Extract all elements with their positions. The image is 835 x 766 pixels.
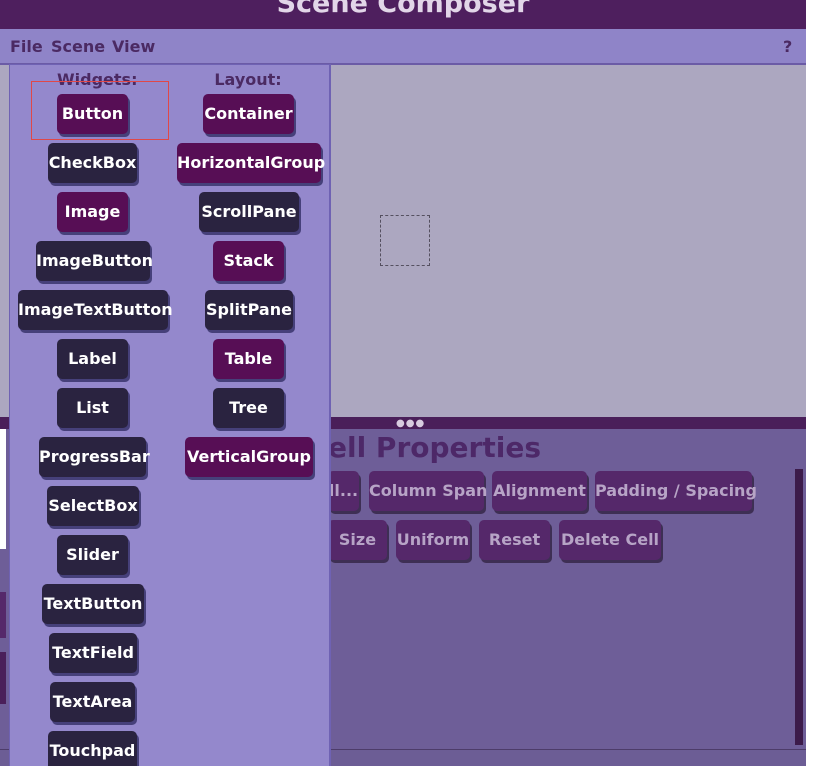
layout-stack[interactable]: Stack	[213, 241, 284, 281]
layout-splitpane[interactable]: SplitPane	[205, 290, 293, 330]
delete-cell-button[interactable]: Delete Cell	[559, 520, 661, 560]
cell-properties-title: ell Properties	[328, 431, 541, 464]
window-title: Scene Composer	[276, 0, 530, 19]
layout-tree[interactable]: Tree	[213, 388, 284, 428]
widget-textarea[interactable]: TextArea	[50, 682, 135, 722]
menu-bar: File Scene View ?	[0, 29, 806, 65]
widget-image[interactable]: Image	[57, 192, 128, 232]
widget-slider[interactable]: Slider	[57, 535, 128, 575]
empty-cell-placeholder[interactable]	[380, 215, 430, 266]
left-panel-edge-tab	[0, 652, 6, 704]
layout-container[interactable]: Container	[203, 94, 294, 134]
layout-verticalgroup[interactable]: VerticalGroup	[185, 437, 313, 477]
title-bar[interactable]: Scene Composer	[0, 0, 806, 29]
widget-list[interactable]: List	[57, 388, 128, 428]
menu-scene[interactable]: Scene	[51, 37, 105, 56]
widget-textfield[interactable]: TextField	[49, 633, 137, 673]
widget-checkbox[interactable]: CheckBox	[48, 143, 137, 183]
left-panel-edge	[0, 429, 6, 549]
layout-horizontalgroup[interactable]: HorizontalGroup	[177, 143, 325, 183]
widget-imagetextbutton[interactable]: ImageTextButton	[18, 290, 173, 330]
alignment-button[interactable]: Alignment	[492, 471, 587, 511]
menu-file[interactable]: File	[10, 37, 43, 56]
layout-scrollpane[interactable]: ScrollPane	[199, 192, 299, 232]
menu-view[interactable]: View	[112, 37, 155, 56]
widget-touchpad[interactable]: Touchpad	[48, 731, 137, 766]
layout-header: Layout:	[214, 70, 282, 89]
left-panel-edge-button	[0, 592, 6, 638]
uniform-button[interactable]: Uniform	[396, 520, 470, 560]
help-button[interactable]: ?	[783, 37, 792, 56]
widget-textbutton[interactable]: TextButton	[42, 584, 144, 624]
properties-scrollbar[interactable]	[795, 469, 803, 745]
widget-selectbox[interactable]: SelectBox	[47, 486, 139, 526]
column-span-button[interactable]: Column Span	[369, 471, 487, 511]
drag-handle-icon[interactable]: ●●●	[396, 418, 425, 429]
selected-widget-outline	[31, 81, 169, 140]
scene-composer-window: Scene Composer File Scene View ? ●●● ell…	[0, 0, 806, 766]
fill-button[interactable]: ll...	[328, 471, 359, 511]
widget-progressbar[interactable]: ProgressBar	[39, 437, 150, 477]
widget-picker-popup: Widgets: Layout: Button CheckBox Image I…	[9, 64, 331, 766]
size-button[interactable]: Size	[328, 520, 387, 560]
padding-spacing-button[interactable]: Padding / Spacing	[595, 471, 757, 511]
layout-table[interactable]: Table	[213, 339, 284, 379]
widget-label[interactable]: Label	[57, 339, 128, 379]
widget-imagebutton[interactable]: ImageButton	[36, 241, 153, 281]
reset-button[interactable]: Reset	[479, 520, 550, 560]
